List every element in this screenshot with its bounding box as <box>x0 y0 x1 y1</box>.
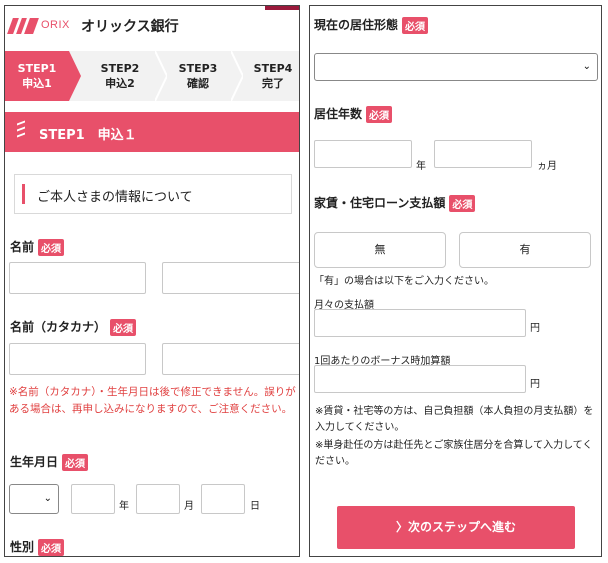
last-name-kana-input[interactable] <box>9 343 146 375</box>
step-1-chevron-icon <box>69 51 81 101</box>
rent-note-1: ※賃貸・社宅等の方は、自己負担額（本人負担の月支払額）を入力してください。 <box>315 406 594 433</box>
gender-label: 性別 必須 <box>10 538 65 556</box>
step-3-name: 確認 <box>187 77 209 90</box>
month-unit: 月 <box>184 501 194 512</box>
step-4-number: STEP4 <box>253 62 293 75</box>
chevron-down-icon: ⌄ <box>43 493 52 504</box>
step-3-chevron-icon <box>231 51 243 101</box>
step-1-name: 申込1 <box>22 77 52 90</box>
years-label-text: 居住年数 <box>314 107 363 121</box>
years-label: 居住年数 必須 <box>314 105 393 123</box>
step-3-number: STEP3 <box>178 62 218 75</box>
bonus-yen-unit: 円 <box>530 379 540 390</box>
years-unit: 年 <box>416 161 426 172</box>
birth-month-input[interactable] <box>136 484 180 514</box>
birth-year-input[interactable] <box>71 484 115 514</box>
required-badge: 必須 <box>62 454 89 471</box>
last-name-input[interactable] <box>9 262 146 294</box>
residence-years-input[interactable] <box>314 140 412 168</box>
residence-months-input[interactable] <box>434 140 532 168</box>
step-2-number: STEP2 <box>100 62 140 75</box>
residence-label-text: 現在の居住形態 <box>314 18 399 32</box>
chevron-down-icon: ⌄ <box>582 61 591 72</box>
birth-day-input[interactable] <box>201 484 245 514</box>
day-unit: 日 <box>250 501 260 512</box>
required-badge: 必須 <box>449 195 476 212</box>
gender-label-text: 性別 <box>10 540 35 554</box>
required-badge: 必須 <box>38 539 65 556</box>
step-4: STEP4 完了 <box>245 51 299 101</box>
step-title: STEP1 申込１ <box>39 128 137 143</box>
left-form-panel: ORIX オリックス銀行 STEP1 申込1 STEP2 申込2 STEP3 確… <box>4 5 300 557</box>
birthdate-label: 生年月日 必須 <box>10 453 89 471</box>
months-unit: ヵ月 <box>537 161 557 172</box>
residence-label: 現在の居住形態 必須 <box>314 16 429 34</box>
residence-type-select[interactable]: ⌄ <box>314 53 598 81</box>
logo-text-ja: オリックス銀行 <box>81 19 179 35</box>
required-badge: 必須 <box>110 319 137 336</box>
required-badge: 必須 <box>402 17 429 34</box>
section-heading-bar <box>22 184 25 204</box>
step-2: STEP2 申込2 <box>87 51 153 101</box>
monthly-yen-unit: 円 <box>530 323 540 334</box>
rent-note-2: ※単身赴任の方は赴任先とご家族住居分を合算して入力してください。 <box>315 440 593 467</box>
birthdate-label-text: 生年月日 <box>10 455 59 469</box>
logo-text-en: ORIX <box>41 19 70 31</box>
required-badge: 必須 <box>366 106 393 123</box>
step-indicator: STEP1 申込1 STEP2 申込2 STEP3 確認 STEP4 完了 <box>5 51 299 101</box>
header: ORIX オリックス銀行 <box>5 6 299 46</box>
stripes-icon <box>17 120 29 142</box>
rent-yes-button[interactable]: 有 <box>459 232 591 268</box>
bonus-payment-input[interactable] <box>314 365 526 393</box>
step-title-banner: STEP1 申込１ <box>5 112 299 152</box>
section-heading: ご本人さまの情報について <box>14 174 292 214</box>
rent-label-text: 家賃・住宅ローン支払額 <box>314 196 446 210</box>
first-name-kana-input[interactable] <box>162 343 299 375</box>
header-accent <box>265 6 299 10</box>
name-label-text: 名前 <box>10 240 35 254</box>
rent-hint: 「有」の場合は以下をご入力ください。 <box>314 276 494 287</box>
first-name-input[interactable] <box>162 262 299 294</box>
rent-label: 家賃・住宅ローン支払額 必須 <box>314 194 476 212</box>
orix-logo-icon <box>7 18 39 34</box>
kana-label-text: 名前（カタカナ） <box>10 320 107 334</box>
section-heading-text: ご本人さまの情報について <box>37 190 193 205</box>
required-badge: 必須 <box>38 239 65 256</box>
right-form-panel: 現在の居住形態 必須 ⌄ 居住年数 必須 年 ヵ月 家賃・住宅ローン支払額 必須 無 … <box>309 5 602 557</box>
next-step-button[interactable]: 〉次のステップへ進む <box>337 506 575 549</box>
year-unit: 年 <box>119 501 129 512</box>
kana-warning-note: ※名前（カタカナ）・生年月日は後で修正できません。誤りがある場合は、再申し込みに… <box>9 386 296 415</box>
step-2-name: 申込2 <box>105 77 135 90</box>
name-label: 名前 必須 <box>10 238 65 256</box>
step-4-name: 完了 <box>262 77 284 90</box>
kana-label: 名前（カタカナ） 必須 <box>10 318 137 336</box>
step-3: STEP3 確認 <box>167 51 229 101</box>
birth-era-select[interactable]: ⌄ <box>9 484 59 514</box>
monthly-payment-input[interactable] <box>314 309 526 337</box>
rent-none-button[interactable]: 無 <box>314 232 446 268</box>
step-1-number: STEP1 <box>17 62 57 75</box>
step-2-chevron-icon <box>155 51 167 101</box>
step-1: STEP1 申込1 <box>5 51 69 101</box>
